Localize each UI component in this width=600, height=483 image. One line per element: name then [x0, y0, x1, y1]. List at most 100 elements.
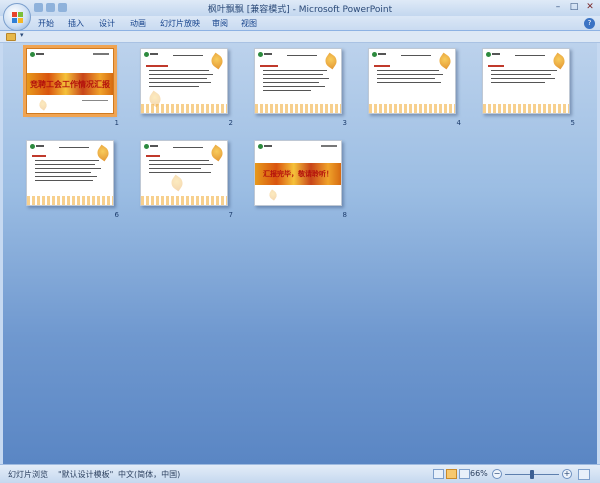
slide-sorter-pane[interactable]: 竞聘工会工作情况汇报 1 2 3 4 5 6 7 汇报完毕，敬请聆听！ 8: [3, 43, 597, 464]
status-bar: 幻灯片浏览 "默认设计模板" 中文(简体，中国) 66% − +: [0, 464, 600, 483]
slide-thumbnail-2[interactable]: [140, 48, 228, 114]
office-button[interactable]: [3, 3, 31, 31]
maple-leaf-icon: [37, 99, 49, 111]
normal-view-icon[interactable]: [433, 469, 444, 479]
maple-leaf-icon: [94, 144, 112, 162]
theme-status[interactable]: "默认设计模板": [58, 469, 113, 480]
company-logo-icon: [30, 52, 44, 57]
window-title: 枫叶飘飘 [兼容模式] - Microsoft PowerPoint: [207, 5, 393, 15]
office-logo-icon: [12, 12, 23, 23]
slide-number: 1: [114, 119, 119, 127]
tab-animations[interactable]: 动画: [130, 18, 146, 29]
slide-thumbnail-7[interactable]: [140, 140, 228, 206]
header-text: [173, 147, 203, 149]
text-line: [149, 82, 211, 84]
open-folder-icon[interactable]: [6, 33, 16, 41]
header-text: [515, 55, 545, 57]
slide-thumbnail-8[interactable]: 汇报完毕，敬请聆听！: [254, 140, 342, 206]
section-heading: [146, 65, 168, 67]
maple-leaf-banner: 汇报完毕，敬请聆听！: [255, 163, 341, 185]
slide-thumbnail-1[interactable]: 竞聘工会工作情况汇报: [23, 45, 117, 117]
slide-number: 6: [114, 211, 119, 219]
header-text: [401, 55, 431, 57]
slide-sorter-view-icon[interactable]: [446, 469, 457, 479]
text-line: [263, 90, 311, 92]
zoom-slider-thumb[interactable]: [530, 470, 534, 479]
text-line: [377, 82, 441, 84]
slide-show-view-icon[interactable]: [459, 469, 470, 479]
text-line: [491, 82, 545, 84]
slide-number: 7: [228, 211, 233, 219]
slide-thumbnail-3[interactable]: [254, 48, 342, 114]
language-status[interactable]: 中文(简体，中国): [118, 469, 180, 480]
text-line: [491, 74, 551, 76]
leaf-border: [141, 196, 227, 205]
text-line: [149, 70, 209, 72]
slide-thumbnail-4[interactable]: [368, 48, 456, 114]
slide-title: 汇报完毕，敬请聆听！: [263, 169, 333, 178]
slide-title: 竞聘工会工作情况汇报: [30, 79, 110, 89]
section-heading: [146, 155, 160, 157]
leaf-border: [483, 104, 569, 113]
text-line: [149, 172, 211, 174]
slide-number: 2: [228, 119, 233, 127]
leaf-border: [255, 104, 341, 113]
minimize-button[interactable]: –: [551, 2, 565, 13]
leaf-border: [369, 104, 455, 113]
maple-leaf-icon: [322, 52, 340, 70]
text-line: [377, 78, 435, 80]
text-line: [149, 168, 201, 170]
leaf-border: [141, 104, 227, 113]
subtitle-line: [82, 100, 108, 102]
text-line: [149, 78, 207, 80]
company-logo-icon: [30, 144, 44, 149]
text-line: [263, 74, 323, 76]
company-logo-icon: [486, 52, 500, 57]
section-heading: [32, 155, 46, 157]
zoom-in-button[interactable]: +: [562, 469, 572, 479]
text-line: [491, 70, 557, 72]
zoom-level[interactable]: 66%: [470, 469, 488, 478]
tab-home[interactable]: 开始: [38, 18, 54, 29]
section-heading: [260, 65, 278, 67]
text-line: [35, 176, 97, 178]
close-button[interactable]: ✕: [583, 2, 597, 13]
text-line: [35, 180, 93, 182]
slide-thumbnail-6[interactable]: [26, 140, 114, 206]
text-line: [263, 82, 319, 84]
tab-slide-show[interactable]: 幻灯片放映: [160, 18, 200, 29]
zoom-out-button[interactable]: −: [492, 469, 502, 479]
text-line: [491, 78, 555, 80]
slide-number: 3: [342, 119, 347, 127]
section-heading: [488, 65, 504, 67]
maple-leaf-icon: [168, 174, 186, 192]
text-line: [35, 160, 99, 162]
tab-review[interactable]: 审阅: [212, 18, 228, 29]
fit-to-window-icon[interactable]: [578, 469, 590, 480]
header-text: [59, 147, 89, 149]
maple-leaf-icon: [267, 189, 279, 201]
maximize-button[interactable]: □: [567, 2, 581, 13]
help-icon[interactable]: ?: [584, 18, 595, 29]
section-heading: [374, 65, 390, 67]
text-line: [149, 86, 199, 88]
slide-thumbnail-5[interactable]: [482, 48, 570, 114]
text-line: [263, 78, 329, 80]
company-logo-icon: [258, 144, 272, 149]
tab-insert[interactable]: 插入: [68, 18, 84, 29]
quick-access-strip: ▾: [0, 31, 600, 43]
customize-dropdown-icon[interactable]: ▾: [20, 31, 24, 39]
text-line: [377, 74, 443, 76]
company-logo-icon: [144, 52, 158, 57]
tab-view[interactable]: 视图: [241, 18, 257, 29]
text-line: [149, 74, 213, 76]
maple-leaf-banner: 竞聘工会工作情况汇报: [27, 73, 113, 95]
header-text: [287, 55, 317, 57]
text-line: [35, 172, 91, 174]
tab-design[interactable]: 设计: [99, 18, 115, 29]
text-line: [263, 70, 327, 72]
maple-leaf-icon: [550, 52, 568, 70]
company-logo-icon: [258, 52, 272, 57]
header-text: [173, 55, 203, 57]
text-line: [149, 160, 209, 162]
